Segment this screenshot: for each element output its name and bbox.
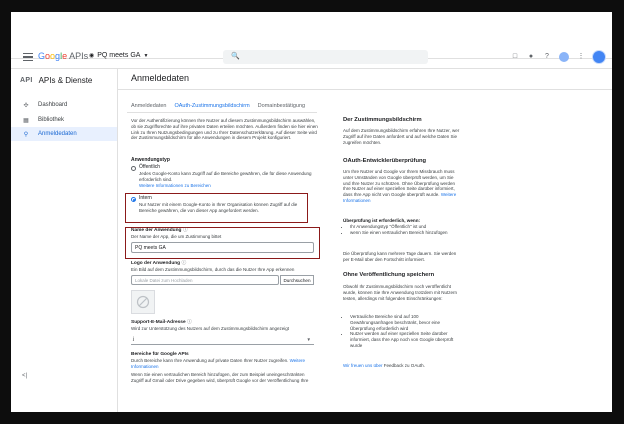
radio-internal[interactable]: [131, 197, 136, 202]
avatar[interactable]: [592, 50, 606, 64]
verification-required-heading: Überprüfung ist erforderlich, wenn:: [343, 218, 421, 223]
project-name: PQ meets GA: [97, 52, 141, 59]
sidebar-item-dashboard[interactable]: ✣ Dashboard: [11, 98, 117, 112]
side-heading-verification: OAuth-Entwicklerüberprüfung: [343, 158, 427, 164]
verification-required-list: Ihr Anwendungstyp "Öffentlich" ist und w…: [343, 224, 461, 236]
sidebar-item-library[interactable]: ▦ Bibliothek: [11, 113, 117, 127]
info-icon: ⓘ: [182, 228, 188, 233]
sidebar-title-text: APIs & Dienste: [38, 76, 93, 85]
info-icon: ⓘ: [181, 261, 187, 266]
search-input[interactable]: [223, 50, 428, 64]
feedback-line: Wir freuen uns über Feedback zu OAuth.: [343, 363, 461, 369]
public-label: Öffentlich: [139, 164, 161, 170]
topbar-divider: [11, 68, 612, 69]
dropdown-arrow-icon: ▼: [306, 337, 311, 342]
api-logo-icon: API: [20, 77, 33, 84]
tabs-divider: [127, 112, 317, 113]
app-type-label: Anwendungstyp: [131, 157, 170, 163]
gift-icon[interactable]: □: [511, 53, 519, 61]
search-icon: 🔍: [231, 53, 240, 60]
sidebar-item-label: Bibliothek: [38, 117, 65, 123]
dashboard-icon: ✣: [23, 102, 29, 109]
side-text-verification: Um Ihre Nutzer und Google vor Ihrem Miss…: [343, 169, 457, 203]
feedback-prefix-link[interactable]: Wir freuen uns über: [343, 363, 383, 368]
more-vert-icon[interactable]: ⋮: [577, 53, 585, 61]
sidebar-item-label: Dashboard: [38, 102, 68, 108]
logo-hint: Ein Bild auf dem Zustimmungsbildschirm, …: [131, 267, 295, 272]
chevron-down-icon: ▼: [143, 52, 149, 59]
scopes-label: Bereiche für Google APIs: [131, 352, 189, 357]
radio-public[interactable]: [131, 166, 136, 171]
info-icon: ⓘ: [186, 320, 192, 325]
side-text-consent: Auf dem Zustimmungsbildschirm erfahren I…: [343, 128, 460, 145]
app-name-hint: Der Name der App, die um Zustimmung bitt…: [131, 234, 222, 239]
restrictions-list: Vertrauliche Bereiche sind auf 100 Gewäh…: [343, 314, 461, 349]
list-item: Nutzer werden auf einer speziellen Seite…: [350, 331, 461, 348]
project-selector[interactable]: ◉ PQ meets GA ▼: [89, 52, 148, 59]
help-icon[interactable]: ?: [543, 53, 551, 61]
hamburger-menu-icon[interactable]: [23, 53, 33, 62]
scopes-description: Durch Bereiche kann Ihre Anwendung auf p…: [131, 358, 306, 369]
internal-description: Nur Nutzer mit einem Google-Konto in Ihr…: [139, 202, 298, 213]
list-item: Vertrauliche Bereiche sind auf 100 Gewäh…: [350, 314, 461, 331]
logo-label: Logo der Anwendung ⓘ: [131, 261, 187, 266]
page-title: Anmeldedaten: [131, 73, 190, 83]
intro-text: Vor der Authentifizierung können Ihre Nu…: [131, 118, 318, 141]
internal-label: Intern: [139, 195, 152, 201]
scopes-info-link[interactable]: Weitere Informationen zu Bereichen: [139, 183, 211, 189]
app-name-label: Name der Anwendung ⓘ: [131, 228, 188, 233]
side-heading-unpublished: Ohne Veröffentlichung speichern: [343, 272, 435, 278]
key-icon: ⚲: [23, 131, 29, 138]
sidebar-border: [117, 69, 118, 412]
sidebar-title: API APIs & Dienste: [20, 76, 92, 85]
list-item: wenn Sie einen vertraulichen Bereich hin…: [350, 230, 461, 236]
chat-icon[interactable]: ●: [527, 53, 535, 61]
support-email-hint: Wird zur Unterstützung des Nutzers auf d…: [131, 326, 290, 331]
scopes-sensitive-description: Wenn Sie einen vertraulichen Bereich hin…: [131, 372, 309, 383]
collapse-sidebar-icon[interactable]: <|: [22, 373, 27, 379]
feedback-link-text: Feedback zu OAuth.: [383, 363, 425, 368]
google-apis-logo[interactable]: Google APIs: [38, 51, 88, 61]
browser-viewport: [11, 12, 612, 412]
side-text-duration: Die Überprüfung kann mehrere Tage dauern…: [343, 251, 457, 262]
project-icon: ◉: [89, 53, 95, 59]
logo-file-input[interactable]: Lokale Datei zum Hochladen: [131, 275, 279, 285]
app-name-field[interactable]: PQ meets GA: [131, 242, 314, 253]
sidebar-item-credentials[interactable]: ⚲ Anmeldedaten: [11, 127, 117, 141]
notifications-icon[interactable]: [559, 52, 569, 62]
side-heading-consent: Der Zustimmungsbildschirm: [343, 117, 422, 123]
support-email-label: Support-E-Mail-Adresse ⓘ: [131, 320, 192, 325]
side-text-unpublished: Obwohl Ihr Zustimmungsbildschirm noch ve…: [343, 284, 458, 301]
browse-button[interactable]: Durchsuchen: [280, 275, 314, 285]
logo-placeholder-image: [131, 290, 155, 314]
sidebar-item-label: Anmeldedaten: [38, 131, 77, 137]
title-divider: [118, 89, 612, 90]
public-description: Jedes Google-Konto kann Zugriff auf die …: [139, 171, 312, 182]
library-icon: ▦: [23, 117, 29, 124]
no-image-icon: [136, 295, 150, 309]
support-email-select[interactable]: j ▼: [131, 335, 314, 345]
